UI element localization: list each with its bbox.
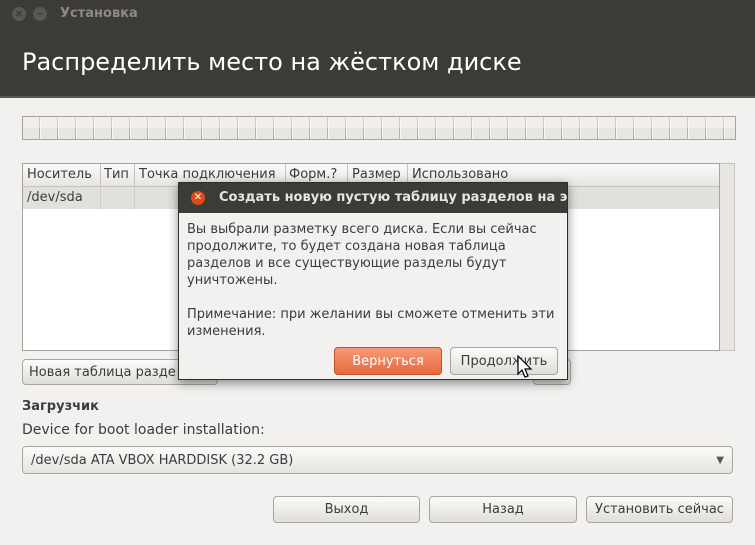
continue-button[interactable]: Продолжить <box>450 347 558 375</box>
window-title: Установка <box>60 6 138 21</box>
quit-button[interactable]: Выход <box>273 496 420 523</box>
cell-divider <box>100 187 101 209</box>
column-header-device[interactable]: Носитель <box>27 167 92 182</box>
go-back-button[interactable]: Вернуться <box>334 347 442 375</box>
dialog-title-bar: ✕ Создать новую пустую таблицу разделов … <box>179 183 567 213</box>
column-header-format[interactable]: Форм.? <box>289 167 337 182</box>
header-divider <box>0 96 755 98</box>
install-now-button[interactable]: Установить сейчас <box>586 496 733 523</box>
close-icon[interactable]: ✕ <box>191 191 205 205</box>
column-header-mount[interactable]: Точка подключения <box>139 167 276 182</box>
partition-bar <box>22 116 736 140</box>
dialog-title: Создать новую пустую таблицу разделов на… <box>219 190 567 205</box>
dialog-body: Вы выбрали разметку всего диска. Если вы… <box>187 221 563 357</box>
bootloader-device-select[interactable]: /dev/sda ATA VBOX HARDDISK (32.2 GB) ▼ <box>22 446 733 474</box>
confirm-dialog: ✕ Создать новую пустую таблицу разделов … <box>178 182 568 380</box>
table-scrollbar[interactable] <box>720 163 735 351</box>
column-header-size[interactable]: Размер <box>352 167 401 182</box>
dialog-message: Вы выбрали разметку всего диска. Если вы… <box>187 222 537 288</box>
bootloader-heading: Загрузчик <box>22 399 99 414</box>
page-header: Распределить место на жёстком диске <box>0 28 755 96</box>
back-button[interactable]: Назад <box>429 496 577 523</box>
column-divider <box>134 164 135 186</box>
page-title: Распределить место на жёстком диске <box>22 48 522 76</box>
column-divider <box>100 164 101 186</box>
column-header-type[interactable]: Тип <box>104 167 129 182</box>
title-bar: × – Установка <box>0 0 755 28</box>
mouse-cursor-icon <box>517 355 533 378</box>
close-window-icon[interactable]: × <box>12 7 26 21</box>
chevron-down-icon: ▼ <box>716 455 724 466</box>
dialog-note: Примечание: при желании вы сможете отмен… <box>187 307 555 339</box>
cell-divider <box>134 187 135 209</box>
column-header-used[interactable]: Использовано <box>412 167 508 182</box>
bootloader-selected-value: /dev/sda ATA VBOX HARDDISK (32.2 GB) <box>31 453 294 468</box>
minimize-window-icon[interactable]: – <box>33 7 47 21</box>
bootloader-label: Device for boot loader installation: <box>22 422 265 438</box>
device-cell: /dev/sda <box>27 190 83 205</box>
